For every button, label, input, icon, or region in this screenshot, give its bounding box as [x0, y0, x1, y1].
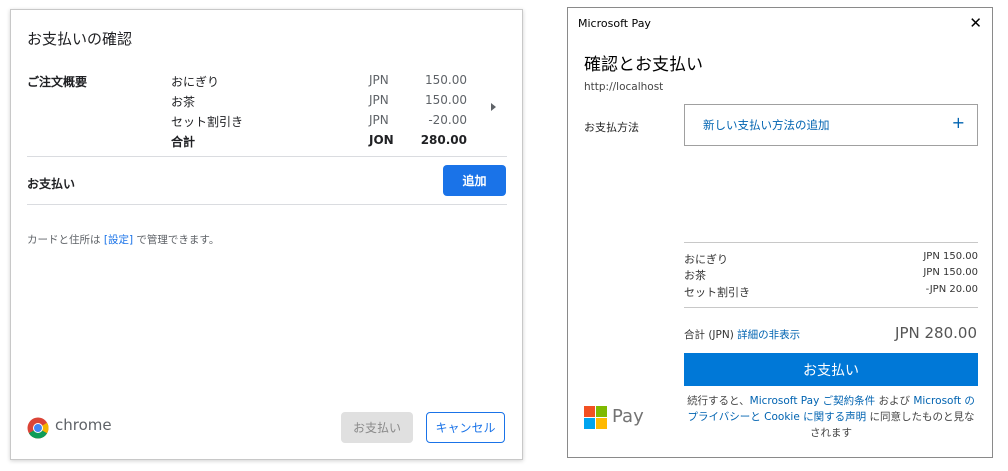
order-summary-label: ご注文概要	[27, 75, 88, 89]
item-amount: 150.00	[425, 73, 467, 87]
item-name: セット割引き	[171, 115, 244, 129]
total-label: 合計 (JPN)	[684, 329, 734, 341]
summary-row: おにぎり JPN 150.00	[171, 73, 471, 93]
note-suffix: で管理できます。	[136, 234, 220, 246]
chrome-logo-icon	[27, 417, 49, 439]
add-payment-button[interactable]: 追加	[443, 165, 506, 196]
item-currency: JPN	[369, 93, 389, 107]
item-name: お茶	[171, 95, 196, 109]
plus-icon: +	[951, 113, 965, 132]
pay-brand-text: Pay	[612, 406, 644, 427]
total-label: 合計	[171, 135, 196, 149]
line-item: おにぎり JPN 150.00	[684, 251, 978, 267]
item-currency: JPN	[369, 73, 389, 87]
total-currency: JON	[369, 133, 394, 147]
summary-row: セット割引き JPN -20.00	[171, 113, 471, 133]
legal-text-2: および	[878, 395, 910, 407]
total-amount: JPN 280.00	[895, 324, 977, 342]
add-payment-method-button[interactable]: 新しい支払い方法の追加 +	[684, 104, 978, 146]
origin-url: http://localhost	[584, 81, 664, 93]
divider	[27, 156, 507, 157]
cancel-button[interactable]: キャンセル	[426, 412, 505, 443]
item-amount: JPN 150.00	[923, 267, 978, 278]
chrome-brand-text: chrome	[55, 416, 112, 434]
add-payment-method-label: 新しい支払い方法の追加	[703, 118, 830, 132]
page-title: 確認とお支払い	[584, 55, 703, 75]
total-amount: 280.00	[420, 133, 467, 147]
item-name: おにぎり	[171, 75, 220, 89]
microsoft-pay-dialog: Microsoft Pay ✕ 確認とお支払い http://localhost…	[567, 7, 993, 458]
line-item: セット割引き -JPN 20.00	[684, 284, 978, 300]
window-title: Microsoft Pay	[578, 17, 651, 30]
chrome-payment-dialog: お支払いの確認 ご注文概要 おにぎり JPN 150.00 お茶 JPN 150…	[10, 9, 523, 460]
settings-note: カードと住所は [設定] で管理できます。	[27, 232, 219, 247]
legal-text-1: 続行すると、	[687, 395, 750, 407]
total-label-row: 合計 (JPN) 詳細の非表示	[684, 327, 800, 342]
item-amount: JPN 150.00	[923, 251, 978, 262]
dialog-title: お支払いの確認	[27, 30, 133, 48]
line-item: お茶 JPN 150.00	[684, 267, 978, 283]
microsoft-logo-icon	[584, 406, 608, 430]
terms-link[interactable]: Microsoft Pay ご契約条件	[750, 395, 875, 407]
hide-details-link[interactable]: 詳細の非表示	[737, 329, 800, 341]
item-name: セット割引き	[684, 286, 750, 299]
item-currency: JPN	[369, 113, 389, 127]
item-amount: -20.00	[428, 113, 467, 127]
note-prefix: カードと住所は	[27, 234, 101, 246]
summary-total-row: 合計 JON 280.00	[171, 133, 471, 153]
item-amount: 150.00	[425, 93, 467, 107]
summary-row: お茶 JPN 150.00	[171, 93, 471, 113]
pay-button[interactable]: お支払い	[684, 353, 978, 386]
item-name: おにぎり	[684, 253, 728, 266]
divider	[27, 204, 507, 205]
legal-text: 続行すると、Microsoft Pay ご契約条件 および Microsoft …	[684, 393, 978, 441]
payment-label: お支払い	[27, 177, 76, 191]
expand-summary-icon[interactable]	[491, 103, 496, 111]
pay-button-disabled: お支払い	[341, 412, 413, 443]
close-icon[interactable]: ✕	[969, 14, 982, 32]
item-amount: -JPN 20.00	[925, 284, 978, 295]
payment-method-label: お支払方法	[584, 121, 639, 134]
divider	[684, 307, 978, 308]
divider	[684, 242, 978, 243]
item-name: お茶	[684, 269, 706, 282]
settings-link[interactable]: [設定]	[104, 234, 133, 246]
